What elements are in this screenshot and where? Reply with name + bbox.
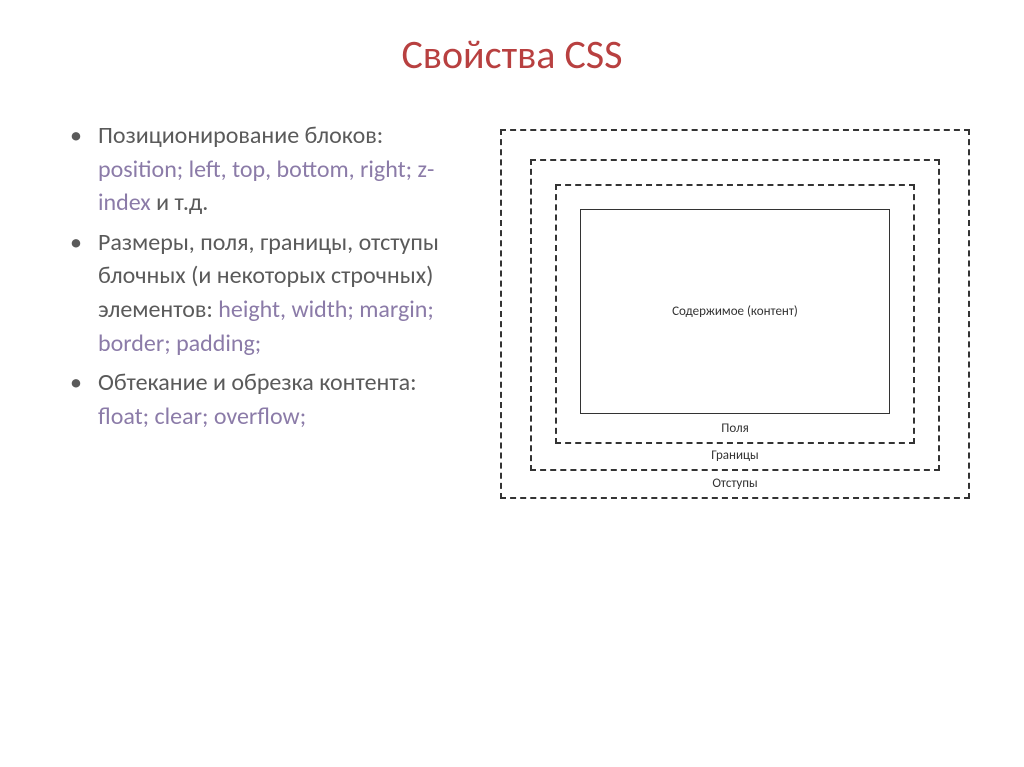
bullet-item: Позиционирование блоков: position; left,… bbox=[70, 119, 470, 220]
css-properties: position; left, top, bottom, right; z-in… bbox=[98, 155, 434, 218]
diagram-column: Отступы Границы Поля Содержимое (контент… bbox=[500, 119, 974, 499]
box-model-diagram: Отступы Границы Поля Содержимое (контент… bbox=[500, 129, 970, 499]
slide-title: Свойства CSS bbox=[50, 30, 974, 79]
content-area: Позиционирование блоков: position; left,… bbox=[50, 119, 974, 499]
margin-label: Отступы bbox=[712, 476, 757, 491]
bullet-item: Размеры, поля, границы, отступы блочных … bbox=[70, 226, 470, 360]
content-label: Содержимое (контент) bbox=[672, 304, 798, 319]
border-label: Границы bbox=[711, 448, 758, 463]
bullet-text: Позиционирование блоков: bbox=[98, 121, 383, 150]
bullet-column: Позиционирование блоков: position; left,… bbox=[50, 119, 470, 499]
content-box: Содержимое (контент) bbox=[580, 209, 890, 414]
css-properties: float; clear; overflow; bbox=[98, 402, 306, 431]
bullet-item: Обтекание и обрезка контента: float; cle… bbox=[70, 366, 470, 433]
bullet-text-after: и т.д. bbox=[151, 188, 209, 217]
bullet-list: Позиционирование блоков: position; left,… bbox=[70, 119, 470, 433]
padding-label: Поля bbox=[721, 421, 749, 436]
bullet-text: Обтекание и обрезка контента: bbox=[98, 368, 417, 397]
